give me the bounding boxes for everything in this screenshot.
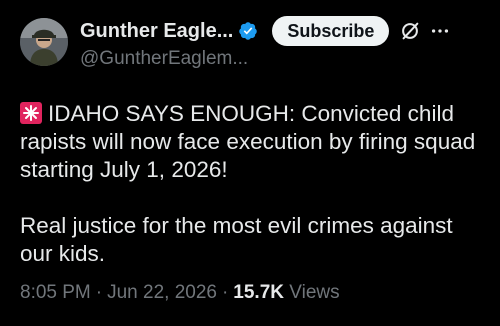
person-avatar-icon [20,18,68,66]
post-paragraph-2: Real justice for the most evil crimes ag… [20,213,453,266]
verified-badge-icon [239,22,258,40]
post-meta: 8:05 PM · Jun 22, 2026 · 15.7K Views [20,282,340,304]
views-label: Views [289,282,340,303]
author-display-name[interactable]: Gunther Eagle... [80,20,233,43]
post-card: Gunther Eagle... Subscribe @GuntherEagle… [0,0,500,326]
siren-icon [20,102,42,124]
post-body: IDAHO SAYS ENOUGH: Convicted child rapis… [20,100,490,268]
author-info: Gunther Eagle... Subscribe @GuntherEagle… [80,12,486,70]
author-handle[interactable]: @GuntherEaglem... [80,48,486,70]
post-time[interactable]: 8:05 PM [20,282,91,303]
name-row: Gunther Eagle... Subscribe [80,16,486,46]
post-header: Gunther Eagle... Subscribe @GuntherEagle… [20,12,486,80]
subscribe-button[interactable]: Subscribe [272,16,390,46]
meta-separator: · [95,282,103,303]
avatar[interactable] [20,18,68,66]
slashed-circle-icon[interactable] [399,20,421,42]
post-paragraph-1-text: IDAHO SAYS ENOUGH: Convicted child rapis… [20,101,476,182]
ellipsis-icon[interactable] [429,20,451,42]
meta-separator: · [221,282,229,303]
views-count: 15.7K [233,282,284,303]
post-date[interactable]: Jun 22, 2026 [107,282,217,303]
post-paragraph-1: IDAHO SAYS ENOUGH: Convicted child rapis… [20,100,490,184]
